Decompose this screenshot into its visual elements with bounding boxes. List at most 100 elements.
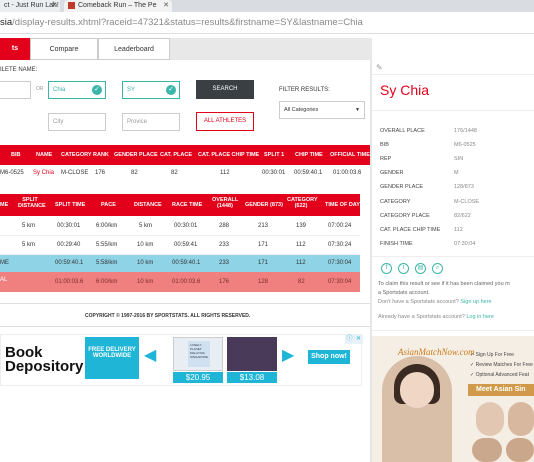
book-cover-1[interactable]: LONELY PLANET MALAYSIA SINGAPORE (173, 337, 223, 371)
book-depository-ad[interactable]: Book Depository FREE DELIVERY WORLDWIDE … (0, 334, 363, 386)
name-link[interactable]: Sy Chia (33, 170, 54, 176)
price-1: $20.95 (173, 372, 223, 383)
ad-bullet: ✓ Sign Up For Free (470, 352, 514, 358)
split-distance: 5 km (22, 242, 36, 248)
book-cover-2[interactable] (227, 337, 277, 371)
asian-match-ad[interactable]: AsianMatchNow.com ✓ Sign Up For Free ✓ R… (372, 336, 534, 462)
login-question: Already have a Sportstats account? (378, 314, 465, 320)
gender: 171 (258, 260, 269, 266)
tab-compare[interactable]: Compare (30, 38, 98, 60)
field-label: CATEGORY (380, 199, 411, 205)
province-input[interactable]: Provice (122, 113, 180, 131)
field-label: OVERALL PLACE (380, 128, 425, 134)
tab-leaderboard[interactable]: Leaderboard (98, 38, 170, 60)
category: 139 (296, 223, 307, 229)
book1-title: LONELY PLANET MALAYSIA SINGAPORE (188, 341, 210, 367)
shop-now-button[interactable]: Shop now! (308, 350, 350, 364)
divider (372, 256, 534, 257)
browser-tab-1[interactable]: ct - Just Run Lah! ✕ (0, 0, 60, 12)
col-header: CATEGORY (61, 152, 92, 158)
address-path: /display-results.xhtml?raceid=47321&stat… (12, 17, 363, 28)
copyright: COPYRIGHT © 1997-2016 BY SPORTSTATS. ALL… (85, 313, 251, 319)
split-row: 5 km 00:29:40 5:55/km 10 km 00:59:41 233… (0, 236, 360, 255)
result-row[interactable]: M6-0525 Sy Chia M-CLOSE 176 82 82 112 00… (0, 165, 372, 183)
address-bar[interactable]: sia/display-results.xhtml?raceid=47321&s… (0, 12, 534, 34)
address-host: sia (0, 17, 13, 28)
signup-question: Don't have a Sportstats account? (378, 299, 459, 305)
partial-input[interactable] (0, 81, 31, 99)
login-link[interactable]: Log in here (466, 314, 494, 320)
ad-photo-face (400, 372, 434, 408)
pace: 5:58/km (96, 260, 118, 266)
field-value: M6-0525 (454, 142, 476, 148)
pace: 6:00/km (96, 223, 118, 229)
official-time-cell: 01:00:03.6 (333, 170, 362, 176)
search-button[interactable]: SEARCH (196, 80, 254, 99)
field-label: GENDER PLACE (380, 184, 424, 190)
close-icon[interactable]: ✕ (51, 0, 57, 12)
close-icon[interactable]: ✕ (163, 0, 169, 12)
col-header: PACE (101, 202, 116, 208)
lastname-input[interactable]: Chia ✓ (48, 81, 106, 99)
col-header: BIB (11, 152, 21, 158)
city-input[interactable]: City (48, 113, 106, 131)
split-time: 00:30:01 (57, 223, 81, 229)
overall: 233 (219, 242, 230, 248)
col-header: SPLIT DISTANCE (18, 197, 46, 209)
cat-chip-cell: 112 (220, 170, 230, 176)
cat-place-cell: 82 (171, 170, 178, 176)
pace: 5:55/km (96, 242, 118, 248)
filter-label: FILTER RESULTS: (279, 87, 330, 93)
edit-icon[interactable]: ✎ (376, 63, 386, 73)
ad-thumb (476, 402, 504, 436)
price-2: $13.08 (227, 372, 277, 383)
arrow-right-icon[interactable]: ▶ (282, 345, 294, 365)
field-value: 176/1448 (454, 128, 477, 134)
signup-link[interactable]: Sign up here (460, 299, 491, 305)
results-header: BIB NAME CATEGORY RANK GENDER PLACE CAT.… (0, 145, 372, 165)
time-of-day: 07:00:24 (328, 223, 352, 229)
twitter-icon[interactable]: t (398, 263, 409, 274)
divider (0, 303, 372, 304)
tab-results[interactable]: ts (0, 38, 30, 60)
split1-cell: 00:30:01 (262, 170, 286, 176)
check-icon: ✓ (92, 85, 102, 95)
field-value: 82/622 (454, 213, 471, 219)
firstname-value: SY (127, 87, 136, 93)
tab-title: Comeback Run – The Pe (78, 2, 157, 9)
ad-bullet: ✓ Optional Advanced Feat (470, 372, 529, 378)
field-value: M-CLOSE (454, 199, 480, 205)
signup-prompt: Don't have a Sportstats account? Sign up… (378, 299, 492, 305)
browser-tab-2[interactable]: Comeback Run – The Pe ✕ (64, 0, 172, 12)
favicon-icon (68, 1, 75, 9)
facebook-icon[interactable]: f (381, 263, 392, 274)
category-filter-select[interactable]: All Categories ▼ (279, 101, 365, 119)
field-label: FINISH TIME (380, 241, 413, 247)
check-icon: ✓ (166, 85, 176, 95)
bullet-text: Sign Up For Free (475, 352, 514, 358)
col-header: TIME OF DAY (325, 202, 360, 208)
col-header: CATEGORY (622) (287, 197, 318, 209)
ad-cta-button[interactable]: Meet Asian Sin (468, 384, 534, 396)
row-label: AL (0, 277, 8, 283)
arrow-left-icon[interactable]: ◀ (144, 345, 156, 365)
field-label: CATEGORY PLACE (380, 213, 430, 219)
split-time: 00:59:40.1 (55, 260, 84, 266)
category: 82 (298, 279, 305, 285)
chevron-down-icon: ▼ (355, 107, 360, 113)
split-time: 00:29:40 (57, 242, 81, 248)
ad-info-icon[interactable]: ⓘ (345, 335, 354, 344)
lastname-value: Chia (53, 87, 66, 93)
search-icon[interactable]: ⌕ (432, 263, 443, 274)
certificate-icon[interactable]: ▤ (415, 263, 426, 274)
close-icon[interactable]: ✕ (354, 335, 363, 344)
col-header: CHIP TIME (295, 152, 323, 158)
all-athletes-button[interactable]: ALL ATHLETES (196, 112, 254, 131)
or-label: OR (36, 86, 44, 92)
gender: 128 (258, 279, 269, 285)
claim-text: To claim this result or see if it has be… (378, 281, 510, 287)
ad-bullet: ✓ Review Matches For Free (470, 362, 533, 368)
firstname-input[interactable]: SY ✓ (122, 81, 180, 99)
divider (0, 326, 372, 327)
field-value: 128/873 (454, 184, 474, 190)
